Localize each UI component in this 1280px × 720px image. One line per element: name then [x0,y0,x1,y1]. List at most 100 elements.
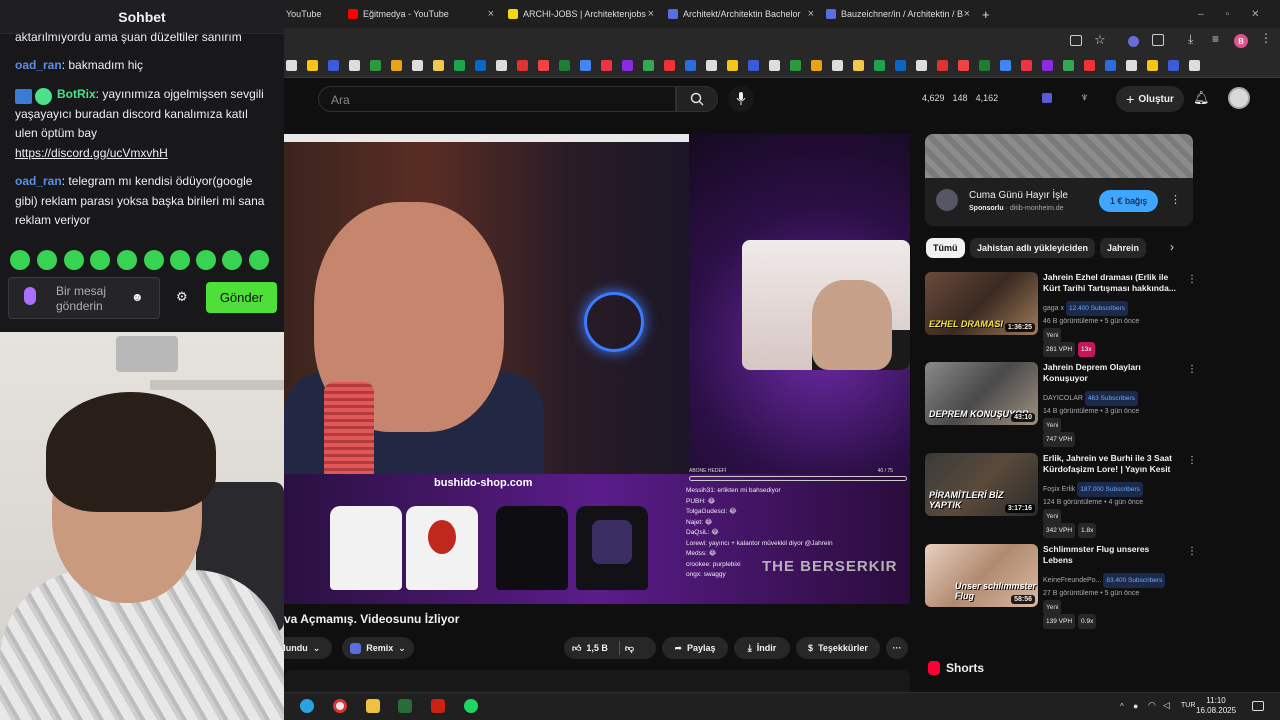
bookmark-icon[interactable] [769,60,780,71]
video-player[interactable]: bushido-shop.com ABONE HEDEFİ 40 / 75 Me… [284,134,910,604]
filter-icon[interactable]: ♆ [1080,90,1089,104]
video-menu-icon[interactable]: ⋮ [1187,546,1197,557]
bookmark-icon[interactable] [328,60,339,71]
chat-username[interactable]: oad_ran [15,174,62,188]
media-icon[interactable]: ≡ [1212,32,1219,46]
bookmark-icon[interactable] [391,60,402,71]
emote-icon[interactable] [249,250,269,270]
more-actions-button[interactable]: ··· [886,637,908,659]
video-thumbnail[interactable]: EZHEL DRAMASI 1:36:25 [925,272,1038,335]
bookmark-icon[interactable] [1042,60,1053,71]
bookmark-icon[interactable] [853,60,864,71]
recommended-title[interactable]: Erlik, Jahrein ve Burhi ile 3 Saat Kürdo… [1043,453,1179,475]
close-icon[interactable]: × [648,8,654,20]
bookmark-icon[interactable] [433,60,444,71]
download-icon[interactable]: ⤓ [1188,32,1193,47]
notification-bell-icon[interactable]: 🔔︎ [1193,90,1210,106]
video-menu-icon[interactable]: ⋮ [1187,455,1197,466]
emote-icon[interactable] [144,250,164,270]
extension-icon[interactable] [1128,36,1139,47]
chrome-icon[interactable] [333,699,347,713]
bookmark-icon[interactable] [517,60,528,71]
bookmark-icon[interactable] [580,60,591,71]
tab-architekt[interactable]: Architekt/Architektin Bachelor × [668,4,814,24]
tray-chevron-icon[interactable]: ^ [1120,702,1124,711]
recommended-video[interactable]: DEPREM KONUŞUYOR 43:10 Jahrein Deprem Ol… [925,362,1197,447]
chevron-right-icon[interactable]: › [1170,240,1174,254]
thumbs-up-icon[interactable]: 👍︎ [572,643,581,654]
bookmark-icon[interactable] [475,60,486,71]
recommended-title[interactable]: Schlimmster Flug unseres Lebens [1043,544,1179,566]
bookmark-icon[interactable] [706,60,717,71]
recommended-title[interactable]: Jahrein Deprem Olayları Konuşuyor [1043,362,1179,384]
emote-icon[interactable] [222,250,242,270]
video-thumbnail[interactable]: Unser schlimmster Flug 58:56 [925,544,1038,607]
close-icon[interactable]: × [808,8,814,20]
bookmark-icon[interactable] [622,60,633,71]
like-dislike-group[interactable]: 👍︎ 1,5 B 👎︎ [564,637,656,659]
profile-avatar[interactable]: B [1234,34,1248,48]
create-button[interactable]: + Oluştur [1116,86,1184,112]
close-icon[interactable]: × [488,8,494,20]
search-button[interactable] [676,86,718,112]
bookmark-icon[interactable] [916,60,927,71]
recommended-video[interactable]: EZHEL DRAMASI 1:36:25 Jahrein Ezhel dram… [925,272,1197,357]
bookmark-icon[interactable] [559,60,570,71]
channel-name[interactable]: KeineFreundePo... [1043,577,1101,584]
clock[interactable]: 11:10 16.08.2025 [1196,696,1236,716]
menu-icon[interactable]: ⋮ [1260,31,1272,45]
close-window-icon[interactable]: ✕ [1251,9,1259,20]
bookmark-icon[interactable] [349,60,360,71]
bookmark-icon[interactable] [1168,60,1179,71]
bookmark-icon[interactable] [1000,60,1011,71]
bookmark-icon[interactable] [286,60,297,71]
emoji-icon[interactable]: ☻ [131,290,144,304]
extensions-puzzle-icon[interactable] [1152,34,1164,46]
notification-center-icon[interactable] [1252,701,1264,711]
bookmark-icon[interactable] [370,60,381,71]
emote-icon[interactable] [37,250,57,270]
emote-icon[interactable] [170,250,190,270]
send-button[interactable]: Gönder [206,282,277,313]
video-thumbnail[interactable]: PİRAMİTLERİ BİZ YAPTIK 3:17:16 [925,453,1038,516]
settings-gear-icon[interactable]: ⚙ [176,289,188,305]
screenshot-icon[interactable] [1070,35,1082,46]
tab-youtube[interactable]: YouTube [286,4,336,24]
bookmark-icon[interactable] [1021,60,1032,71]
spotify-icon[interactable] [464,699,478,713]
thanks-button[interactable]: $ Teşekkürler [796,637,880,659]
chat-username[interactable]: BotRix [57,87,96,101]
recommended-video[interactable]: Unser schlimmster Flug 58:56 Schlimmster… [925,544,1197,629]
bookmark-icon[interactable] [895,60,906,71]
channel-name[interactable]: gaga x [1043,305,1064,312]
emote-icon[interactable] [90,250,110,270]
recommended-title[interactable]: Jahrein Ezhel draması (Erlik ile Kürt Ta… [1043,272,1179,294]
video-menu-icon[interactable]: ⋮ [1187,274,1197,285]
tab-egitmedya[interactable]: Eğitmedya - YouTube × [348,4,494,24]
bookmark-icon[interactable] [685,60,696,71]
download-button[interactable]: ⤓ İndir [734,637,790,659]
opera-icon[interactable] [431,699,445,713]
discord-link[interactable]: https://discord.gg/ucVmxvhH [15,146,168,160]
close-icon[interactable]: × [964,8,970,20]
wifi-icon[interactable]: ◠ [1148,700,1156,711]
sponsored-ad[interactable]: Cuma Günü Hayır İşle Sponsorlu · ditib-m… [925,134,1193,226]
microphone-icon[interactable] [24,287,36,305]
bookmark-icon[interactable] [874,60,885,71]
bookmark-icon[interactable] [979,60,990,71]
bookmark-icon[interactable] [832,60,843,71]
new-tab-button[interactable]: + [982,4,996,24]
bookmark-icon[interactable] [937,60,948,71]
share-button[interactable]: ➦ Paylaş [662,637,728,659]
remix-button[interactable]: Remix ⌄ [342,637,414,659]
bookmark-icon[interactable] [643,60,654,71]
bookmark-icon[interactable] [1189,60,1200,71]
chip-all[interactable]: Tümü [926,238,965,258]
bookmark-icon[interactable] [1147,60,1158,71]
bookmark-icon[interactable] [1084,60,1095,71]
volume-icon[interactable]: ◁ [1163,700,1170,711]
bookmark-icon[interactable] [727,60,738,71]
thumbs-down-icon[interactable]: 👎︎ [625,643,634,654]
bookmark-icon[interactable] [958,60,969,71]
extension-icon[interactable] [1042,93,1052,103]
